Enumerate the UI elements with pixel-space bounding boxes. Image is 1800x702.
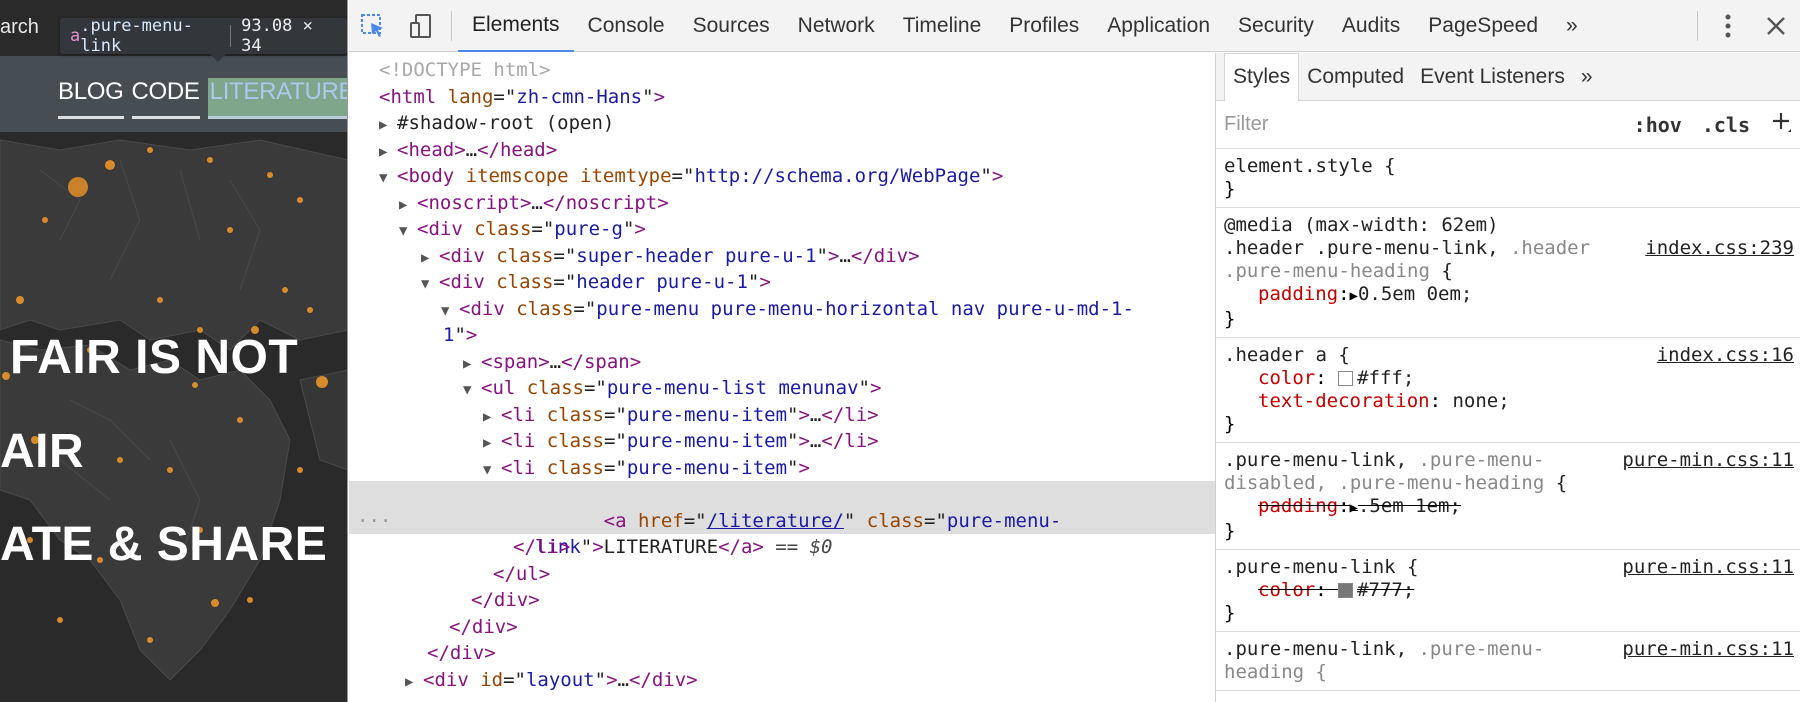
- tab-console[interactable]: Console: [574, 0, 679, 52]
- dom-div-pure-g[interactable]: ▼ <div class="pure-g">: [349, 216, 1215, 245]
- dom-div-close-1[interactable]: </div>: [349, 587, 1215, 614]
- tooltip-dimensions: 93.08 × 34: [241, 16, 313, 56]
- tab-application[interactable]: Application: [1093, 0, 1224, 52]
- styles-filter-bar: Filter :hov .cls: [1216, 101, 1800, 149]
- dom-div-close-3[interactable]: </div>: [349, 640, 1215, 667]
- dom-li-2[interactable]: ▶ <li class="pure-menu-item">…</li>: [349, 428, 1215, 457]
- hero-headline-1: FAIR IS NOT: [10, 331, 299, 384]
- rule-pure-menu-link-padding[interactable]: pure-min.css:11 .pure-menu-link, .pure-m…: [1216, 443, 1800, 550]
- toolbar-separator-right: [1697, 10, 1698, 41]
- nav-code-link[interactable]: CODE: [131, 78, 200, 119]
- color-swatch-white[interactable]: [1338, 371, 1354, 386]
- device-mode-icon: [410, 13, 431, 38]
- styles-filter-input[interactable]: Filter: [1224, 113, 1268, 136]
- customize-menu-button[interactable]: [1704, 0, 1752, 52]
- dom-li-1[interactable]: ▶ <li class="pure-menu-item">…</li>: [349, 402, 1215, 431]
- inspect-element-button[interactable]: [349, 0, 397, 52]
- dom-div-super-header[interactable]: ▶ <div class="super-header pure-u-1">…</d…: [349, 243, 1215, 272]
- tooltip-class: .pure-menu-link: [80, 16, 193, 56]
- dom-div-pure-menu[interactable]: ▼ <div class="pure-menu pure-menu-horizon…: [349, 296, 1215, 325]
- close-icon: [1767, 16, 1785, 35]
- tab-computed[interactable]: Computed: [1299, 53, 1412, 101]
- tab-audits[interactable]: Audits: [1328, 0, 1414, 52]
- tooltip-tag: a: [70, 26, 81, 46]
- more-actions-dots[interactable]: ···: [357, 508, 391, 535]
- hero-headline-3: ATE & SHARE: [0, 518, 328, 571]
- nav-blog-link[interactable]: BLOG: [58, 78, 124, 119]
- rule-pure-menu-heading[interactable]: pure-min.css:11 .pure-menu-link, .pure-m…: [1216, 632, 1800, 691]
- dom-noscript[interactable]: ▶ <noscript>…</noscript>: [349, 190, 1215, 219]
- source-link-pure-min-3[interactable]: pure-min.css:11: [1622, 638, 1794, 661]
- rule-pure-menu-link-color[interactable]: pure-min.css:11 .pure-menu-link { color:…: [1216, 550, 1800, 632]
- site-nav: BLOG CODE LITERATURE: [58, 78, 347, 119]
- styles-more-tabs-button[interactable]: »: [1573, 53, 1601, 101]
- more-tabs-button[interactable]: »: [1552, 0, 1592, 52]
- plus-icon: [1773, 113, 1791, 132]
- dom-li-close[interactable]: </li>: [349, 534, 1215, 561]
- search-fragment[interactable]: arch: [0, 16, 39, 39]
- source-link-pure-min-1[interactable]: pure-min.css:11: [1622, 449, 1794, 472]
- source-link-index-16[interactable]: index.css:16: [1657, 344, 1794, 367]
- hov-toggle[interactable]: :hov: [1634, 113, 1682, 137]
- color-swatch-gray[interactable]: [1338, 583, 1354, 598]
- rule-header-a[interactable]: index.css:16 .header a { color: #fff; te…: [1216, 338, 1800, 443]
- rule-header-pure-menu-link[interactable]: @media (max-width: 62em) index.css:239 .…: [1216, 208, 1800, 338]
- dom-div-pure-menu-cont[interactable]: 1">: [349, 322, 1215, 349]
- dom-div-header[interactable]: ▼ <div class="header pure-u-1">: [349, 269, 1215, 298]
- dom-body[interactable]: ▼ <body itemscope itemtype="http://schema…: [349, 163, 1215, 192]
- cursor-select-icon: [361, 13, 383, 37]
- dom-doctype[interactable]: <!DOCTYPE html>: [349, 57, 1215, 84]
- styles-pane: Styles Computed Event Listeners » Filter…: [1216, 53, 1800, 702]
- toolbar-separator: [451, 10, 452, 41]
- close-devtools-button[interactable]: [1752, 0, 1800, 52]
- tab-network[interactable]: Network: [784, 0, 889, 52]
- device-toolbar-button[interactable]: [397, 0, 445, 52]
- tab-timeline[interactable]: Timeline: [889, 0, 996, 52]
- tooltip-arrow: [210, 54, 226, 62]
- dom-ul-menu-list[interactable]: ▼ <ul class="pure-menu-list menunav">: [349, 375, 1215, 404]
- tab-profiles[interactable]: Profiles: [995, 0, 1093, 52]
- tab-event-listeners[interactable]: Event Listeners: [1412, 53, 1573, 101]
- dom-tree[interactable]: <!DOCTYPE html> <html lang="zh-cmn-Hans"…: [349, 53, 1215, 702]
- dom-head[interactable]: ▶ <head>…</head>: [349, 137, 1215, 166]
- dom-span[interactable]: ▶ <span>…</span>: [349, 349, 1215, 378]
- source-link-index-239[interactable]: index.css:239: [1645, 237, 1794, 260]
- dom-div-close-2[interactable]: </div>: [349, 614, 1215, 641]
- rule-element-style[interactable]: element.style { }: [1216, 149, 1800, 208]
- styles-tabbar: Styles Computed Event Listeners »: [1216, 53, 1800, 101]
- dom-shadow-root[interactable]: ▶ #shadow-root (open): [349, 110, 1215, 139]
- tab-elements[interactable]: Elements: [458, 0, 574, 52]
- tab-styles[interactable]: Styles: [1224, 53, 1300, 101]
- devtools-panel: Elements Console Sources Network Timelin…: [349, 0, 1800, 702]
- cls-toggle[interactable]: .cls: [1702, 113, 1750, 137]
- dom-ul-close[interactable]: </ul>: [349, 561, 1215, 588]
- tab-sources[interactable]: Sources: [679, 0, 784, 52]
- dom-html[interactable]: <html lang="zh-cmn-Hans">: [349, 84, 1215, 111]
- source-link-pure-min-2[interactable]: pure-min.css:11: [1622, 556, 1794, 579]
- devtools-toolbar: Elements Console Sources Network Timelin…: [349, 0, 1800, 52]
- media-query: @media (max-width: 62em): [1224, 214, 1499, 236]
- tab-security[interactable]: Security: [1224, 0, 1328, 52]
- page-preview: arch a .pure-menu-link 93.08 × 34 BLOG CO…: [0, 0, 348, 702]
- new-style-rule-button[interactable]: [1770, 111, 1792, 138]
- hero-headline-2: AIR: [0, 425, 85, 478]
- element-inspect-tooltip: a .pure-menu-link 93.08 × 34: [60, 16, 347, 62]
- dom-a-selected[interactable]: ··· <a href="/literature/" class="pure-me…: [349, 481, 1215, 558]
- dom-div-layout[interactable]: ▶ <div id="layout">…</div>: [349, 667, 1215, 696]
- tab-pagespeed[interactable]: PageSpeed: [1414, 0, 1552, 52]
- dom-li-3[interactable]: ▼ <li class="pure-menu-item">: [349, 455, 1215, 484]
- nav-literature-link[interactable]: LITERATURE: [207, 78, 347, 119]
- kebab-menu-icon: [1725, 14, 1731, 37]
